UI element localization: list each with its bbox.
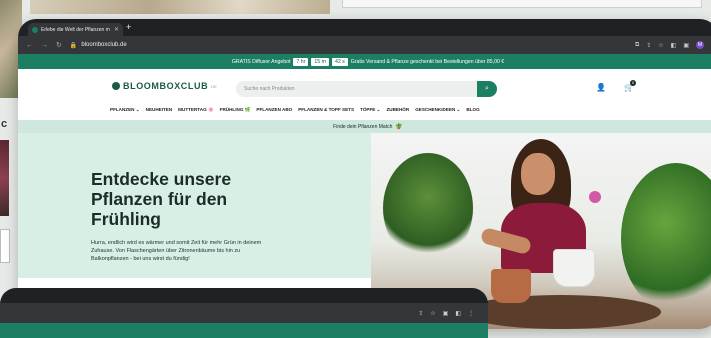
plant-illustration [383,153,473,263]
new-tab-icon[interactable]: + [126,22,131,32]
nav-item-pflanzen[interactable]: PFLANZEN ⌄ [110,107,140,113]
promo-prefix: GRATIS Diffusor Angebot [231,58,291,65]
background-photo-fragment [30,0,330,14]
promo-banner [0,323,488,338]
hero-text-panel: Entdecke unsere Pflanzen für den Frühlin… [18,133,371,278]
nav-item-muttertag[interactable]: MUTTERTAG 🌸 [178,107,214,113]
search-icon[interactable]: ⌕ [477,81,497,97]
browser-tab[interactable]: Erlebe die Welt der Pflanzen m ✕ [28,23,123,36]
extensions-icon[interactable]: ◧ [455,310,461,317]
favicon-icon [32,26,38,33]
nav-item-topf-sets[interactable]: PFLANZEN & TOPF SETS [298,107,354,113]
share-icon[interactable]: ⇪ [646,42,651,49]
nav-item-toepfe[interactable]: TÖPFE ⌄ [360,107,380,113]
nav-item-geschenkideen[interactable]: GESCHENKIDEEN ⌄ [415,107,460,113]
search-bar: Suche nach Produkten ⌕ [236,81,497,97]
menu-icon[interactable]: ⋮ [468,310,474,317]
logo[interactable]: BLOOMBOXCLUB DE [112,81,217,91]
url-field[interactable]: 🔒 bloomboxclub.de [70,42,127,49]
nav-item-fruehling[interactable]: FRÜHLING 🌿 [220,107,251,113]
logo-text: BLOOMBOXCLUB [123,81,209,91]
sidepanel-icon[interactable]: ▣ [443,310,449,317]
timer-minutes: 15 m [311,57,329,66]
share-icon[interactable]: ⇪ [418,310,423,317]
search-input[interactable]: Suche nach Produkten [244,81,295,97]
promo-suffix: Gratis Versand & Pflanze geschenkt bei B… [350,58,505,65]
timer-seconds: 42 s [331,57,348,66]
promo-banner: GRATIS Diffusor Angebot 7 hr 15 m 42 s G… [18,54,711,69]
plant-match-bar[interactable]: Finde dein Pflanzen Match 🪴 [18,120,711,133]
site-header: BLOOMBOXCLUB DE Suche nach Produkten ⌕ 👤… [18,69,711,99]
bookmark-icon[interactable]: ☆ [658,42,663,49]
forward-icon[interactable]: → [41,42,48,49]
url-text: bloomboxclub.de [81,42,127,48]
cart-count-badge: 0 [630,80,636,86]
nav-item-blog[interactable]: BLOG [466,107,479,113]
nav-item-zubehoer[interactable]: ZUBEHÖR [386,107,409,113]
background-card-fragment [0,229,10,263]
plant-illustration [621,163,711,313]
main-nav: PFLANZEN ⌄ NEUHEITEN MUTTERTAG 🌸 FRÜHLIN… [110,107,480,113]
browser-window: Erlebe die Welt der Pflanzen m ✕ + ← → ↻… [18,19,711,329]
reload-icon[interactable]: ↻ [56,41,62,49]
tab-bar: Erlebe die Welt der Pflanzen m ✕ + [18,19,711,36]
user-icon[interactable]: 👤 [596,83,606,92]
address-bar: ⇪ ☆ ▣ ◧ ⋮ [0,303,488,323]
browser-actions: ⧉ ⇪ ☆ ◧ ▣ M [635,36,704,54]
back-icon[interactable]: ← [26,42,33,49]
lock-icon: 🔒 [69,42,78,49]
nav-item-pflanzen-abo[interactable]: PFLANZEN ABO [256,107,292,113]
tab-title: Erlebe die Welt der Pflanzen m [41,26,110,33]
pot-illustration [553,249,595,287]
nav-item-neuheiten[interactable]: NEUHEITEN [146,107,173,113]
plant-icon: 🪴 [395,124,403,130]
logo-icon [112,82,120,90]
install-icon[interactable]: ⧉ [635,42,639,49]
person-face [521,153,555,195]
address-bar: ← → ↻ 🔒 bloomboxclub.de ⧉ ⇪ ☆ ◧ ▣ M [18,36,711,54]
background-card-fragment [342,0,702,8]
bookmark-icon[interactable]: ☆ [430,310,435,317]
avatar[interactable]: M [696,41,704,49]
extensions-icon[interactable]: ◧ [671,42,677,49]
close-icon[interactable]: ✕ [114,26,119,33]
hero-description: Hurra, endlich wird es wärmer und somit … [91,240,262,262]
flower-illustration [589,191,601,203]
background-photo-fragment [0,140,9,216]
background-text-fragment: c [1,118,8,130]
pot-illustration [491,269,531,303]
match-text: Finde dein Pflanzen Match [333,123,393,130]
second-browser-window: ⇪ ☆ ▣ ◧ ⋮ [0,288,488,338]
timer-hours: 7 hr [293,57,309,66]
browser-actions: ⇪ ☆ ▣ ◧ ⋮ [418,303,474,323]
hero-title: Entdecke unsere Pflanzen für den Frühlin… [91,169,232,229]
sidepanel-icon[interactable]: ▣ [683,42,689,49]
logo-suffix: DE [211,83,217,89]
